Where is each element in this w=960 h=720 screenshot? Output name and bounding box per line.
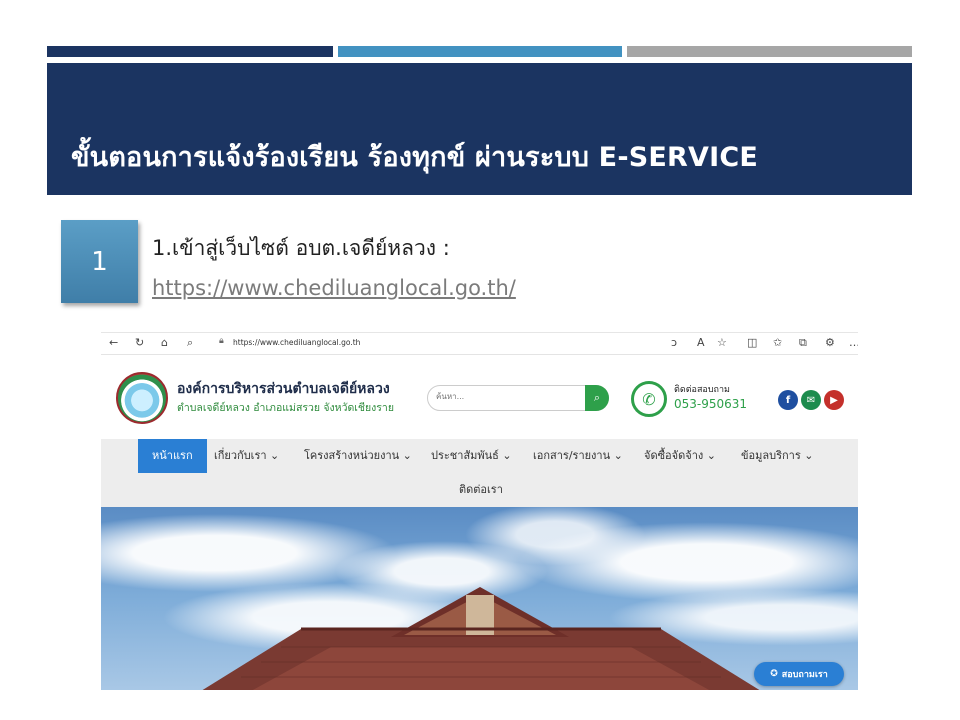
favorite-icon[interactable]: ☆ — [717, 336, 727, 350]
nav-about[interactable]: เกี่ยวกับเรา ⌄ — [214, 439, 279, 473]
slide: ขั้นตอนการแจ้งร้องเรียน ร้องทุกข์ ผ่านระ… — [0, 0, 960, 720]
more-icon[interactable]: … — [849, 336, 858, 350]
site-search-input[interactable] — [436, 392, 576, 401]
nav-home[interactable]: หน้าแรก — [138, 439, 207, 473]
nav-news[interactable]: ประชาสัมพันธ์ ⌄ — [431, 439, 512, 473]
accent-stripe-gray — [627, 46, 912, 57]
phone-icon: ✆ — [631, 381, 667, 417]
contact-phone[interactable]: 053-950631 — [674, 397, 747, 411]
nav-documents[interactable]: เอกสาร/รายงาน ⌄ — [533, 439, 623, 473]
site-search: ⌕ — [427, 385, 609, 411]
refresh-icon[interactable]: ↻ — [135, 336, 144, 350]
step-instruction: 1.เข้าสู่เว็บไซต์ อบต.เจดีย์หลวง : — [152, 236, 450, 260]
search-icon: ⌕ — [593, 391, 601, 404]
site-header: องค์การบริหารส่วนตำบลเจดีย์หลวง ตำบลเจดี… — [101, 357, 858, 439]
org-subtitle: ตำบลเจดีย์หลวง อำเภอแม่สรวย จังหวัดเชียง… — [177, 402, 394, 414]
step-number-box: 1 — [61, 220, 138, 303]
chat-label: สอบถามเรา — [781, 670, 828, 680]
translate-icon[interactable]: ↄ — [671, 336, 677, 350]
site-nav: หน้าแรก เกี่ยวกับเรา ⌄ โครงสร้างหน่วยงาน… — [101, 439, 858, 507]
read-aloud-icon[interactable]: A — [697, 336, 705, 350]
hero-image — [101, 507, 858, 690]
address-bar[interactable]: https://www.chediluanglocal.go.th — [233, 338, 360, 347]
slide-title: ขั้นตอนการแจ้งร้องเรียน ร้องทุกข์ ผ่านระ… — [71, 142, 759, 173]
org-logo — [116, 372, 168, 424]
youtube-icon[interactable]: ▶ — [824, 390, 844, 410]
split-screen-icon[interactable]: ◫ — [747, 336, 757, 350]
extensions-icon[interactable]: ⚙ — [825, 336, 835, 350]
contact-label: ติดต่อสอบถาม — [674, 385, 730, 395]
chat-button[interactable]: ✪ สอบถามเรา — [754, 662, 844, 686]
messenger-icon: ✪ — [770, 669, 778, 679]
site-search-button[interactable]: ⌕ — [585, 385, 609, 411]
nav-structure[interactable]: โครงสร้างหน่วยงาน ⌄ — [304, 439, 412, 473]
lock-icon: 🔒︎ — [219, 336, 224, 346]
search-icon[interactable]: ⌕ — [187, 336, 193, 350]
accent-stripe-blue — [338, 46, 622, 57]
mail-icon[interactable]: ✉ — [801, 390, 821, 410]
website-link[interactable]: https://www.chediluanglocal.go.th/ — [152, 276, 516, 300]
step-number: 1 — [91, 246, 108, 277]
facebook-icon[interactable]: f — [778, 390, 798, 410]
accent-stripe-navy — [47, 46, 333, 57]
back-icon[interactable]: ← — [109, 336, 118, 350]
nav-procurement[interactable]: จัดซื้อจัดจ้าง ⌄ — [644, 439, 716, 473]
title-bar: ขั้นตอนการแจ้งร้องเรียน ร้องทุกข์ ผ่านระ… — [47, 63, 912, 195]
org-name: องค์การบริหารส่วนตำบลเจดีย์หลวง — [177, 381, 390, 397]
nav-services[interactable]: ข้อมูลบริการ ⌄ — [741, 439, 813, 473]
favorites-icon[interactable]: ✩ — [773, 336, 782, 350]
building-roof-illustration — [202, 587, 760, 690]
nav-contact[interactable]: ติดต่อเรา — [459, 473, 503, 507]
home-icon[interactable]: ⌂ — [161, 336, 168, 350]
browser-screenshot: ← ↻ ⌂ ⌕ 🔒︎ https://www.chediluanglocal.g… — [101, 332, 858, 690]
browser-toolbar: ← ↻ ⌂ ⌕ 🔒︎ https://www.chediluanglocal.g… — [101, 333, 858, 355]
collections-icon[interactable]: ⧉ — [799, 336, 807, 350]
